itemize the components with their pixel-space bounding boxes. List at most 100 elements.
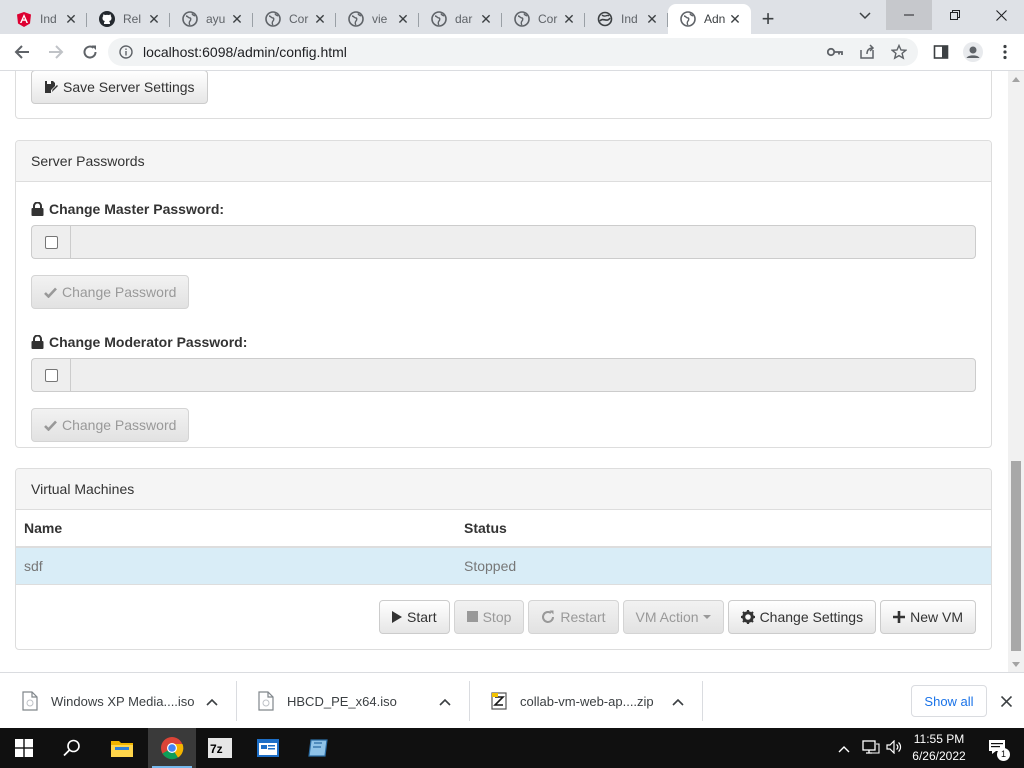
network-icon[interactable] <box>862 739 880 757</box>
browser-tab[interactable]: vie ✕ <box>336 4 419 34</box>
clock-date: 6/26/2022 <box>912 749 966 763</box>
address-bar[interactable]: localhost:6098/admin/config.html <box>108 38 918 66</box>
menu-button[interactable] <box>990 37 1020 67</box>
blue-app-icon <box>308 739 328 757</box>
plus-icon: + <box>761 6 775 31</box>
share-icon[interactable] <box>854 41 880 63</box>
7zip-icon: 7z <box>208 738 232 758</box>
start-vm-button[interactable]: Start <box>379 599 450 634</box>
scroll-down-arrow-icon[interactable] <box>1008 656 1024 672</box>
chevron-up-icon[interactable] <box>439 693 451 709</box>
browser-tab[interactable]: ayu ✕ <box>170 4 253 34</box>
restore-icon <box>950 10 960 20</box>
scrollbar-thumb[interactable] <box>1011 461 1021 651</box>
start-button[interactable] <box>0 728 48 768</box>
scroll-up-arrow-icon[interactable] <box>1008 71 1024 87</box>
change-password-label: Change Password <box>62 284 177 300</box>
notification-center-button[interactable]: 1 <box>978 728 1018 768</box>
windows-logo-icon <box>15 739 33 757</box>
app-window-icon <box>257 739 279 757</box>
close-tab-icon[interactable]: ✕ <box>561 11 577 27</box>
moderator-password-enable-checkbox[interactable] <box>44 368 58 382</box>
save-edit-icon <box>44 80 58 94</box>
close-icon <box>995 9 1007 21</box>
browser-tab[interactable]: Rel ✕ <box>87 4 170 34</box>
restart-vm-button[interactable]: Restart <box>528 599 619 634</box>
change-moderator-password-button[interactable]: Change Password <box>31 408 190 442</box>
tab-title: Rel <box>123 12 142 26</box>
globe-icon <box>265 11 281 27</box>
taskbar-app-window[interactable] <box>244 728 292 768</box>
show-all-downloads-button[interactable]: Show all <box>911 685 987 717</box>
close-tab-icon[interactable]: ✕ <box>395 11 411 27</box>
forward-button[interactable] <box>40 36 72 68</box>
browser-tab-active[interactable]: Adn ✕ <box>668 4 751 34</box>
close-tab-icon[interactable]: ✕ <box>312 11 328 27</box>
tab-search-button[interactable] <box>851 5 879 27</box>
lock-icon <box>31 335 44 349</box>
save-server-settings-label: Save Server Settings <box>63 79 195 95</box>
download-item[interactable]: Windows XP Media....iso <box>0 681 236 721</box>
change-settings-button[interactable]: Change Settings <box>727 599 877 634</box>
vm-action-bar: Start Stop Restart VM Action Change Sett… <box>16 585 991 648</box>
change-master-password-button[interactable]: Change Password <box>31 275 190 309</box>
key-icon[interactable] <box>822 41 848 63</box>
chevron-up-icon[interactable] <box>206 693 218 709</box>
close-tab-icon[interactable]: ✕ <box>229 11 245 27</box>
close-tab-icon[interactable]: ✕ <box>644 11 660 27</box>
download-item[interactable]: HBCD_PE_x64.iso <box>236 681 469 721</box>
file-icon <box>258 691 274 711</box>
vm-action-dropdown[interactable]: VM Action <box>622 599 724 634</box>
restart-label: Restart <box>560 608 606 625</box>
zip-file-icon <box>491 692 507 710</box>
volume-icon[interactable] <box>886 739 904 757</box>
master-password-input[interactable] <box>70 225 976 259</box>
download-filename: collab-vm-web-ap....zip <box>520 693 654 709</box>
back-button[interactable] <box>6 36 38 68</box>
taskbar-app-blue[interactable] <box>294 728 342 768</box>
browser-tab[interactable]: Cor ✕ <box>502 4 585 34</box>
side-panel-button[interactable] <box>926 37 956 67</box>
browser-tab[interactable]: Ind ✕ <box>4 4 87 34</box>
page-scrollbar[interactable] <box>1008 71 1024 672</box>
taskbar-chrome[interactable] <box>148 728 196 768</box>
restore-button[interactable] <box>932 0 978 30</box>
taskbar-file-explorer[interactable] <box>98 728 146 768</box>
master-password-enable-checkbox[interactable] <box>44 235 58 249</box>
profile-button[interactable] <box>958 37 988 67</box>
table-row[interactable]: sdf Stopped <box>16 547 991 585</box>
site-info-icon[interactable] <box>118 44 134 60</box>
moderator-password-input[interactable] <box>70 358 976 392</box>
vm-status-cell: Stopped <box>456 547 991 585</box>
close-tab-icon[interactable]: ✕ <box>63 11 79 27</box>
close-window-button[interactable] <box>978 0 1024 30</box>
bookmark-star-icon[interactable] <box>886 41 912 63</box>
close-shelf-button[interactable] <box>996 691 1016 711</box>
change-password-label: Change Password <box>62 417 177 433</box>
kebab-menu-icon <box>1003 44 1007 60</box>
browser-tab[interactable]: Cor ✕ <box>253 4 336 34</box>
minimize-button[interactable] <box>886 0 932 30</box>
save-server-settings-button[interactable]: Save Server Settings <box>31 71 208 104</box>
globe-icon <box>431 11 447 27</box>
close-tab-icon[interactable]: ✕ <box>727 11 743 27</box>
taskbar-search-button[interactable] <box>48 728 96 768</box>
url-text: localhost:6098/admin/config.html <box>143 44 347 60</box>
chevron-up-icon[interactable] <box>672 693 684 709</box>
taskbar-7zip[interactable]: 7z <box>196 728 244 768</box>
new-tab-button[interactable]: + <box>751 4 785 34</box>
github-icon <box>99 11 115 27</box>
close-tab-icon[interactable]: ✕ <box>146 11 162 27</box>
close-tab-icon[interactable]: ✕ <box>478 11 494 27</box>
new-vm-button[interactable]: New VM <box>880 599 976 634</box>
reload-button[interactable] <box>74 36 106 68</box>
browser-tab[interactable]: Ind ✕ <box>585 4 668 34</box>
stop-vm-button[interactable]: Stop <box>453 599 525 634</box>
download-item[interactable]: collab-vm-web-ap....zip <box>469 681 702 721</box>
tab-title: Ind <box>621 12 638 26</box>
chevron-up-icon[interactable] <box>838 740 854 756</box>
master-password-input-group <box>31 225 976 259</box>
taskbar-clock[interactable]: 11:55 PM 6/26/2022 <box>904 731 974 765</box>
browser-tab[interactable]: dar ✕ <box>419 4 502 34</box>
download-filename: HBCD_PE_x64.iso <box>287 693 397 709</box>
